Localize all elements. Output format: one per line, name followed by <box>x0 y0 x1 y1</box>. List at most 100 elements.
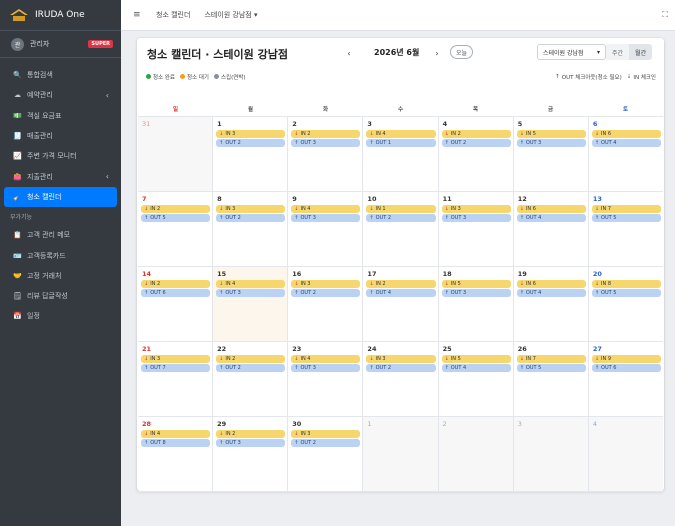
day-cell[interactable]: 7 ↓ IN 2 ↑ OUT 5 <box>138 192 214 266</box>
checkin-event[interactable]: ↓ IN 4 <box>216 280 286 288</box>
user-panel[interactable]: 관 관리자 SUPER <box>0 31 121 58</box>
brand[interactable]: IRUDA One <box>0 0 121 31</box>
checkout-event[interactable]: ↑ OUT 3 <box>441 289 511 297</box>
checkin-event[interactable]: ↓ IN 7 <box>591 205 661 213</box>
checkout-event[interactable]: ↑ OUT 4 <box>366 289 436 297</box>
day-cell[interactable]: 31 <box>138 117 214 191</box>
day-cell[interactable]: 11 ↓ IN 3 ↑ OUT 3 <box>439 192 514 266</box>
checkin-event[interactable]: ↓ IN 2 <box>216 355 286 363</box>
day-cell[interactable]: 25 ↓ IN 5 ↑ OUT 4 <box>439 342 514 416</box>
day-cell[interactable]: 22 ↓ IN 2 ↑ OUT 2 <box>213 342 289 416</box>
checkout-event[interactable]: ↑ OUT 4 <box>591 139 661 147</box>
checkin-event[interactable]: ↓ IN 4 <box>291 355 361 363</box>
checkin-event[interactable]: ↓ IN 3 <box>216 130 286 138</box>
checkout-event[interactable]: ↑ OUT 4 <box>516 214 586 222</box>
sidebar-item-broom[interactable]: 🧹 청소 캘린더 <box>4 186 117 208</box>
day-cell[interactable]: 2 ↓ IN 2 ↑ OUT 3 <box>288 117 364 191</box>
day-cell[interactable]: 12 ↓ IN 6 ↑ OUT 4 <box>514 192 589 266</box>
day-cell[interactable]: 4 <box>588 417 663 491</box>
checkin-event[interactable]: ↓ IN 2 <box>291 130 361 138</box>
day-cell[interactable]: 2 <box>438 417 514 491</box>
day-cell[interactable]: 6 ↓ IN 6 ↑ OUT 4 <box>589 117 663 191</box>
checkout-event[interactable]: ↑ OUT 3 <box>291 214 361 222</box>
checkout-event[interactable]: ↑ OUT 2 <box>216 214 286 222</box>
checkout-event[interactable]: ↑ OUT 3 <box>441 214 511 222</box>
checkin-event[interactable]: ↓ IN 5 <box>516 130 586 138</box>
day-cell[interactable]: 10 ↓ IN 1 ↑ OUT 2 <box>363 192 439 266</box>
checkin-event[interactable]: ↓ IN 3 <box>291 430 361 438</box>
checkout-event[interactable]: ↑ OUT 2 <box>216 139 286 147</box>
checkin-event[interactable]: ↓ IN 3 <box>441 205 511 213</box>
checkin-event[interactable]: ↓ IN 2 <box>216 430 286 438</box>
checkin-event[interactable]: ↓ IN 5 <box>441 280 511 288</box>
checkout-event[interactable]: ↑ OUT 2 <box>366 214 436 222</box>
checkin-event[interactable]: ↓ IN 4 <box>141 430 211 438</box>
checkout-event[interactable]: ↑ OUT 3 <box>291 364 361 372</box>
day-cell[interactable]: 9 ↓ IN 4 ↑ OUT 3 <box>288 192 364 266</box>
day-cell[interactable]: 5 ↓ IN 5 ↑ OUT 3 <box>514 117 589 191</box>
day-cell[interactable]: 15 ↓ IN 4 ↑ OUT 3 <box>213 267 289 341</box>
sidebar-item-money[interactable]: 💵 객실 요금표 <box>4 106 117 126</box>
sidebar-item-search[interactable]: 🔍 통합검색 <box>4 65 117 85</box>
checkout-event[interactable]: ↑ OUT 2 <box>291 289 361 297</box>
checkout-event[interactable]: ↑ OUT 5 <box>591 214 661 222</box>
sidebar-item-chart-line[interactable]: 📈 주변 가격 모니터 <box>4 146 117 166</box>
checkout-event[interactable]: ↑ OUT 5 <box>591 289 661 297</box>
checkin-event[interactable]: ↓ IN 6 <box>516 205 586 213</box>
checkout-event[interactable]: ↑ OUT 2 <box>366 364 436 372</box>
checkout-event[interactable]: ↑ OUT 2 <box>216 364 286 372</box>
day-cell[interactable]: 30 ↓ IN 3 ↑ OUT 2 <box>288 417 364 491</box>
checkin-event[interactable]: ↓ IN 1 <box>366 205 436 213</box>
prev-month-button[interactable]: ‹ <box>342 46 356 60</box>
view-week-button[interactable]: 주간 <box>606 44 630 60</box>
checkin-event[interactable]: ↓ IN 5 <box>441 355 511 363</box>
checkout-event[interactable]: ↑ OUT 2 <box>441 139 511 147</box>
day-cell[interactable]: 14 ↓ IN 2 ↑ OUT 6 <box>138 267 214 341</box>
sidebar-item-receipt[interactable]: 🧾 매출관리 <box>4 126 117 146</box>
nav-link-cleaning-calendar[interactable]: 청소 캘린더 <box>156 10 190 20</box>
checkin-event[interactable]: ↓ IN 3 <box>366 355 436 363</box>
sidebar-item-calendar[interactable]: 📅 일정 <box>4 306 117 326</box>
checkout-event[interactable]: ↑ OUT 2 <box>291 439 361 447</box>
checkout-event[interactable]: ↑ OUT 3 <box>516 139 586 147</box>
checkin-event[interactable]: ↓ IN 2 <box>141 280 211 288</box>
checkout-event[interactable]: ↑ OUT 1 <box>366 139 436 147</box>
today-button[interactable]: 오늘 <box>450 45 473 59</box>
day-cell[interactable]: 29 ↓ IN 2 ↑ OUT 3 <box>213 417 289 491</box>
menu-toggle-icon[interactable]: ≡ <box>133 10 149 20</box>
checkin-event[interactable]: ↓ IN 7 <box>516 355 586 363</box>
sidebar-item-clipboard[interactable]: 📋 고객 관리 메모 <box>4 225 117 245</box>
day-cell[interactable]: 8 ↓ IN 3 ↑ OUT 2 <box>213 192 289 266</box>
checkout-event[interactable]: ↑ OUT 6 <box>591 364 661 372</box>
checkout-event[interactable]: ↑ OUT 3 <box>291 139 361 147</box>
checkin-event[interactable]: ↓ IN 3 <box>291 280 361 288</box>
sidebar-item-id-card[interactable]: 🪪 고객등록카드 <box>4 245 117 265</box>
checkin-event[interactable]: ↓ IN 6 <box>516 280 586 288</box>
day-cell[interactable]: 24 ↓ IN 3 ↑ OUT 2 <box>363 342 439 416</box>
day-cell[interactable]: 16 ↓ IN 3 ↑ OUT 2 <box>288 267 364 341</box>
checkin-event[interactable]: ↓ IN 9 <box>591 355 661 363</box>
checkout-event[interactable]: ↑ OUT 3 <box>216 439 286 447</box>
checkin-event[interactable]: ↓ IN 2 <box>366 280 436 288</box>
checkout-event[interactable]: ↑ OUT 5 <box>516 364 586 372</box>
day-cell[interactable]: 26 ↓ IN 7 ↑ OUT 5 <box>514 342 589 416</box>
checkin-event[interactable]: ↓ IN 4 <box>366 130 436 138</box>
checkout-event[interactable]: ↑ OUT 7 <box>141 364 211 372</box>
sidebar-item-cloud[interactable]: ☁ 예약관리 ‹ <box>4 85 117 105</box>
checkin-event[interactable]: ↓ IN 6 <box>591 130 661 138</box>
sidebar-item-handshake[interactable]: 🤝 고정 거래처 <box>4 266 117 286</box>
branch-select[interactable]: 스테이원 강남점 ▾ <box>537 44 606 60</box>
day-cell[interactable]: 4 ↓ IN 2 ↑ OUT 2 <box>439 117 514 191</box>
day-cell[interactable]: 17 ↓ IN 2 ↑ OUT 4 <box>363 267 439 341</box>
sidebar-item-wallet[interactable]: 👛 지출관리 ‹ <box>4 166 117 186</box>
checkin-event[interactable]: ↓ IN 4 <box>291 205 361 213</box>
sidebar-item-notepad[interactable]: 🗒 리뷰 답글작성 <box>4 286 117 306</box>
day-cell[interactable]: 18 ↓ IN 5 ↑ OUT 3 <box>439 267 514 341</box>
day-cell[interactable]: 27 ↓ IN 9 ↑ OUT 6 <box>589 342 663 416</box>
checkout-event[interactable]: ↑ OUT 4 <box>441 364 511 372</box>
branch-dropdown[interactable]: 스테이원 강남점 ▾ <box>204 10 257 20</box>
day-cell[interactable]: 23 ↓ IN 4 ↑ OUT 3 <box>288 342 364 416</box>
checkout-event[interactable]: ↑ OUT 6 <box>141 289 211 297</box>
day-cell[interactable]: 1 <box>363 417 439 491</box>
day-cell[interactable]: 21 ↓ IN 3 ↑ OUT 7 <box>138 342 214 416</box>
